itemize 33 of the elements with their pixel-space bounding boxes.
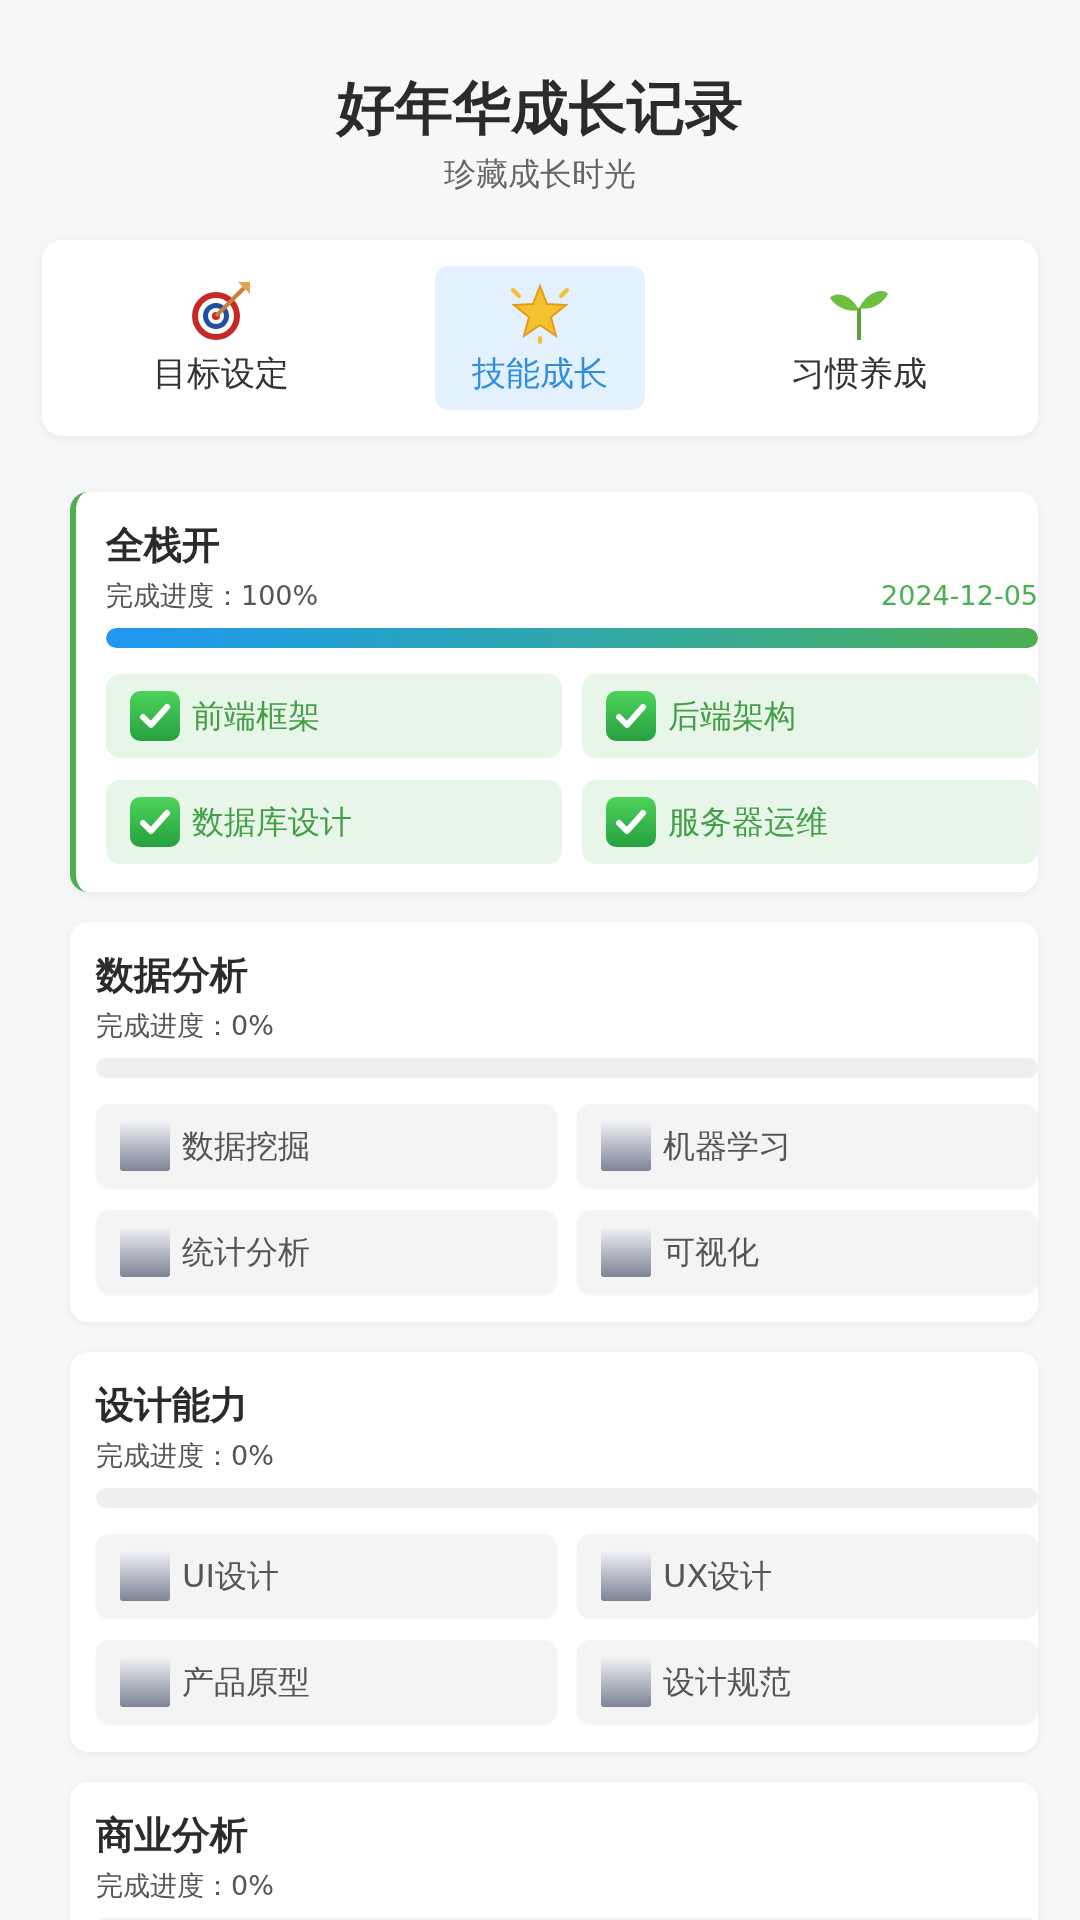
- skill-item[interactable]: 可视化: [577, 1210, 1038, 1294]
- app-title: 好年华成长记录: [337, 73, 743, 144]
- skill-item[interactable]: UX设计: [577, 1534, 1038, 1618]
- app-subtitle: 珍藏成长时光: [444, 154, 636, 195]
- skill-title: 全栈开: [106, 522, 221, 569]
- checked-checkbox[interactable]: [606, 691, 656, 741]
- skill-item[interactable]: 数据挖掘: [96, 1104, 557, 1188]
- checked-checkbox[interactable]: [130, 797, 180, 847]
- checked-checkbox[interactable]: [606, 797, 656, 847]
- progress-text: 完成进度：0%: [96, 1869, 274, 1903]
- unchecked-checkbox[interactable]: [120, 1551, 170, 1601]
- skill-title: 商业分析: [96, 1812, 249, 1859]
- progress-text: 完成进度：100%: [106, 579, 319, 613]
- unchecked-checkbox[interactable]: [601, 1551, 651, 1601]
- unchecked-checkbox[interactable]: [120, 1121, 170, 1171]
- completion-date: 2024-12-05: [881, 579, 1038, 613]
- skill-title: 设计能力: [96, 1382, 249, 1429]
- skill-item[interactable]: 统计分析: [96, 1210, 557, 1294]
- unchecked-checkbox[interactable]: [601, 1121, 651, 1171]
- tab[interactable]: 习惯养成: [753, 266, 964, 410]
- progress-text: 完成进度：0%: [96, 1439, 274, 1473]
- skill-item[interactable]: 产品原型: [96, 1640, 557, 1724]
- skill-item[interactable]: 设计规范: [577, 1640, 1038, 1724]
- unchecked-checkbox[interactable]: [601, 1227, 651, 1277]
- skill-item[interactable]: UI设计: [96, 1534, 557, 1618]
- unchecked-checkbox[interactable]: [120, 1227, 170, 1277]
- skill-item[interactable]: 机器学习: [577, 1104, 1038, 1188]
- skill-title: 数据分析: [96, 952, 249, 999]
- unchecked-checkbox[interactable]: [120, 1657, 170, 1707]
- progress-text: 完成进度：0%: [96, 1009, 274, 1043]
- tab[interactable]: 目标设定: [116, 266, 327, 410]
- unchecked-checkbox[interactable]: [601, 1657, 651, 1707]
- checked-checkbox[interactable]: [130, 691, 180, 741]
